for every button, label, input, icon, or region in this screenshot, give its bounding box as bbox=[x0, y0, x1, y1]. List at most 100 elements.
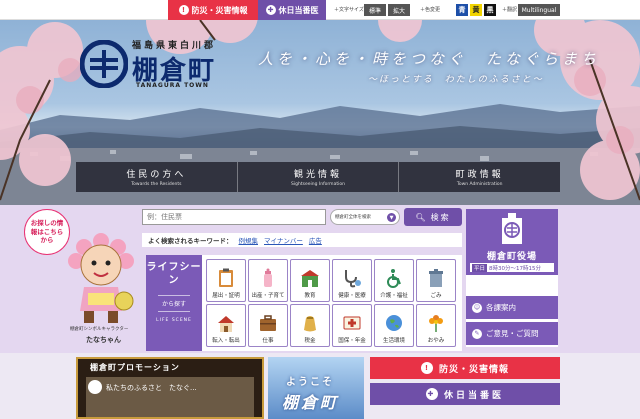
main-navigation: 住民の方へ Towards the Residents 観光情報 Sightse… bbox=[76, 162, 560, 192]
keyword-link[interactable]: 広告 bbox=[309, 235, 322, 245]
search-button[interactable]: 🔍︎ 検索 bbox=[404, 208, 462, 226]
town-office-panel: 棚倉町役場 平日 8時30分〜17時15分 ☺︎ 各課案内 ✎ ご意見・ご質問 bbox=[466, 209, 558, 347]
font-standard-button[interactable]: 標準 bbox=[364, 4, 386, 16]
life-tile-welfare[interactable]: 介護・福祉 bbox=[374, 259, 414, 302]
holiday-doctor-banner-label: 休日当番医 bbox=[443, 390, 504, 401]
life-tile-tax[interactable]: 税金 bbox=[290, 304, 330, 347]
color-yellow-button[interactable]: 黄 bbox=[470, 4, 482, 16]
mascot-name: たなちゃん bbox=[86, 336, 121, 344]
life-scene-header: ライフシーン から探す LIFE SCENE bbox=[146, 255, 202, 351]
search-scope-select[interactable]: 棚倉町全体を検索 ▼ bbox=[330, 209, 400, 225]
promotion-video-player[interactable]: 私たちのふるさと たなぐ... bbox=[86, 377, 254, 417]
life-tile-garbage[interactable]: ごみ bbox=[416, 259, 456, 302]
life-tile-notifications[interactable]: 届出・証明 bbox=[206, 259, 246, 302]
catchphrase: 人を・心を・時をつなぐ たなぐらまち bbox=[258, 50, 601, 68]
life-tile-label: 転入・転出 bbox=[212, 338, 240, 344]
stethoscope-icon: ✚ bbox=[265, 5, 276, 15]
life-tile-education[interactable]: 教育 bbox=[290, 259, 330, 302]
promotion-video-panel: 棚倉町プロモーション 私たちのふるさと たなぐ... bbox=[76, 357, 264, 419]
nav-administration-title: 町政情報 bbox=[455, 170, 504, 180]
town-emblem-icon bbox=[80, 40, 128, 88]
nav-residents-title: 住民の方へ bbox=[126, 170, 187, 180]
keyword-link[interactable]: 例規集 bbox=[239, 235, 259, 245]
nav-administration[interactable]: 町政情報 Town Administration bbox=[399, 162, 560, 192]
popular-keywords: よく検索されるキーワード： 例規集 マイナンバー 広告 bbox=[142, 233, 462, 247]
chevron-down-icon: ▼ bbox=[387, 213, 396, 222]
life-tile-label: ごみ bbox=[430, 293, 442, 299]
content-band: お探しの情報はこちらから 棚倉町シンボルキャラクター たなちゃん 棚倉町全体を検… bbox=[0, 205, 640, 353]
clipboard-icon bbox=[219, 268, 233, 287]
life-tile-label: 教育 bbox=[304, 293, 316, 299]
holiday-doctor-label: 休日当番医 bbox=[278, 5, 319, 15]
briefcase-icon bbox=[260, 315, 276, 331]
promotion-title: 棚倉町プロモーション bbox=[90, 363, 180, 372]
warning-icon: ! bbox=[420, 362, 433, 374]
search-input[interactable] bbox=[142, 209, 326, 225]
life-tile-moving[interactable]: 転入・転出 bbox=[206, 304, 246, 347]
nav-administration-subtitle: Town Administration bbox=[456, 182, 503, 187]
font-large-button[interactable]: 拡大 bbox=[388, 4, 410, 16]
promotion-video-title: 私たちのふるさと たなぐ... bbox=[106, 384, 197, 392]
color-black-button[interactable]: 黒 bbox=[484, 4, 496, 16]
bottom-band: 棚倉町プロモーション 私たちのふるさと たなぐ... ようこそ 棚倉町 ! 防災… bbox=[0, 353, 640, 419]
town-office-building-icon bbox=[502, 213, 522, 244]
life-scene-panel: ライフシーン から探す LIFE SCENE 届出・証明 出産・子育て 教育 健… bbox=[146, 255, 462, 351]
life-scene-grid: 届出・証明 出産・子育て 教育 健康・医療 介護・福祉 ごみ 転入・転出 仕事 … bbox=[206, 259, 462, 347]
life-tile-health[interactable]: 健康・医療 bbox=[332, 259, 372, 302]
department-guide-link[interactable]: ☺︎ 各課案内 bbox=[466, 295, 558, 319]
disaster-info-tab[interactable]: ! 防災・災害情報 bbox=[168, 0, 258, 20]
life-tile-childcare[interactable]: 出産・子育て bbox=[248, 259, 288, 302]
search-scope-value: 棚倉町全体を検索 bbox=[335, 215, 371, 220]
life-tile-work[interactable]: 仕事 bbox=[248, 304, 288, 347]
life-tile-label: おやみ bbox=[427, 338, 445, 344]
top-utility-bar: ! 防災・災害情報 ✚ 休日当番医 ＋文字サイズ 標準 拡大 ＋色変更 青 黄 … bbox=[0, 0, 640, 20]
multilingual-button[interactable]: Multilingual bbox=[518, 4, 560, 16]
life-scene-subtitle: から探す bbox=[157, 295, 190, 312]
pencil-icon: ✎ bbox=[472, 328, 482, 339]
keyword-link[interactable]: マイナンバー bbox=[264, 235, 303, 245]
disaster-info-banner-label: 防災・災害情報 bbox=[438, 364, 509, 375]
office-hours-time: 8時30分〜17時15分 bbox=[489, 265, 542, 272]
office-hours: 平日 8時30分〜17時15分 bbox=[470, 263, 554, 272]
keywords-label: よく検索されるキーワード： bbox=[148, 237, 233, 245]
nav-sightseeing-subtitle: Sightseeing Information bbox=[291, 182, 345, 187]
warning-icon: ! bbox=[178, 5, 189, 15]
nav-residents[interactable]: 住民の方へ Towards the Residents bbox=[76, 162, 238, 192]
life-tile-insurance[interactable]: 国保・年金 bbox=[332, 304, 372, 347]
earth-icon bbox=[386, 315, 402, 331]
money-bag-icon bbox=[304, 316, 316, 332]
baby-bottle-icon bbox=[264, 268, 272, 287]
sub-catchphrase: 〜ほっとする わたしのふるさと〜 bbox=[368, 75, 544, 85]
welcome-town-name: 棚倉町 bbox=[282, 393, 340, 412]
holiday-doctor-tab[interactable]: ✚ 休日当番医 bbox=[258, 0, 326, 20]
stethoscope-icon bbox=[345, 270, 361, 288]
town-name-en: TANAGURA TOWN bbox=[136, 82, 209, 89]
life-tile-environment[interactable]: 生活環境 bbox=[374, 304, 414, 347]
health-card-icon bbox=[343, 316, 361, 330]
color-blue-button[interactable]: 青 bbox=[456, 4, 468, 16]
life-tile-condolence[interactable]: おやみ bbox=[416, 304, 456, 347]
office-hours-day: 平日 bbox=[472, 263, 488, 272]
holiday-doctor-banner-button[interactable]: ✚ 休日当番医 bbox=[370, 383, 560, 405]
welcome-text: ようこそ bbox=[286, 377, 334, 388]
town-logo[interactable]: 福島県東白川郡 棚倉町 TANAGURA TOWN bbox=[80, 38, 240, 92]
town-office-header[interactable]: 棚倉町役場 平日 8時30分〜17時15分 bbox=[466, 209, 558, 275]
welcome-banner[interactable]: ようこそ 棚倉町 bbox=[268, 357, 364, 419]
feedback-link[interactable]: ✎ ご意見・ご質問 bbox=[466, 321, 558, 345]
stethoscope-icon: ✚ bbox=[425, 388, 438, 400]
town-office-name: 棚倉町役場 bbox=[486, 252, 537, 262]
life-tile-label: 生活環境 bbox=[382, 338, 405, 344]
search-icon: 🔍︎ bbox=[415, 212, 428, 222]
people-icon: ☺︎ bbox=[472, 302, 482, 313]
life-tile-label: 健康・医療 bbox=[338, 293, 366, 299]
mascot-character-image bbox=[68, 233, 134, 323]
nav-residents-subtitle: Towards the Residents bbox=[131, 182, 182, 187]
search-button-label: 検索 bbox=[430, 212, 451, 222]
life-tile-label: 税金 bbox=[304, 338, 316, 344]
nav-sightseeing[interactable]: 観光情報 Sightseeing Information bbox=[238, 162, 400, 192]
feedback-label: ご意見・ご質問 bbox=[486, 329, 539, 338]
disaster-info-banner-button[interactable]: ! 防災・災害情報 bbox=[370, 357, 560, 379]
wheelchair-icon bbox=[387, 269, 401, 288]
life-scene-en: LIFE SCENE bbox=[156, 318, 192, 323]
life-tile-label: 国保・年金 bbox=[338, 338, 366, 344]
